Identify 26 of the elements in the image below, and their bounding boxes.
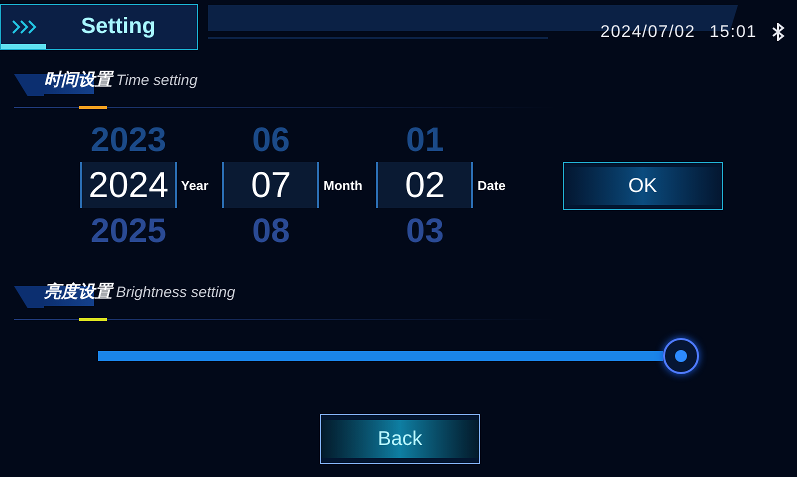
picker-option[interactable]: 06: [252, 118, 290, 162]
picker-selected[interactable]: 07: [222, 162, 320, 208]
picker-selected[interactable]: 02: [376, 162, 474, 208]
picker-label: Year: [180, 177, 210, 196]
section-title: 时间设置: [44, 68, 112, 94]
section-subtitle: Time setting: [116, 71, 198, 91]
date-text: 2024/07/02: [600, 21, 696, 43]
picker-option[interactable]: 01: [406, 118, 444, 162]
back-button[interactable]: Back: [320, 414, 480, 464]
picker-option[interactable]: 2023: [90, 118, 166, 162]
section-title: 亮度设置: [44, 280, 112, 306]
picker-option[interactable]: 2025: [90, 208, 166, 254]
picker-label: Month: [322, 177, 362, 196]
chevrons-icon: [11, 20, 37, 34]
picker-label: Date: [476, 177, 507, 196]
slider-thumb[interactable]: [663, 338, 699, 374]
page-title: Setting: [81, 12, 156, 40]
section-subtitle: Brightness setting: [116, 283, 236, 303]
accent-bar: [79, 106, 107, 109]
ok-button[interactable]: OK: [562, 162, 723, 210]
picker-selected[interactable]: 2024: [80, 162, 177, 208]
picker-option[interactable]: 08: [252, 208, 290, 254]
accent-bar: [79, 318, 107, 321]
time-text: 15:01: [709, 21, 757, 43]
bluetooth-icon: [771, 22, 785, 41]
picker-option[interactable]: 03: [406, 208, 444, 254]
